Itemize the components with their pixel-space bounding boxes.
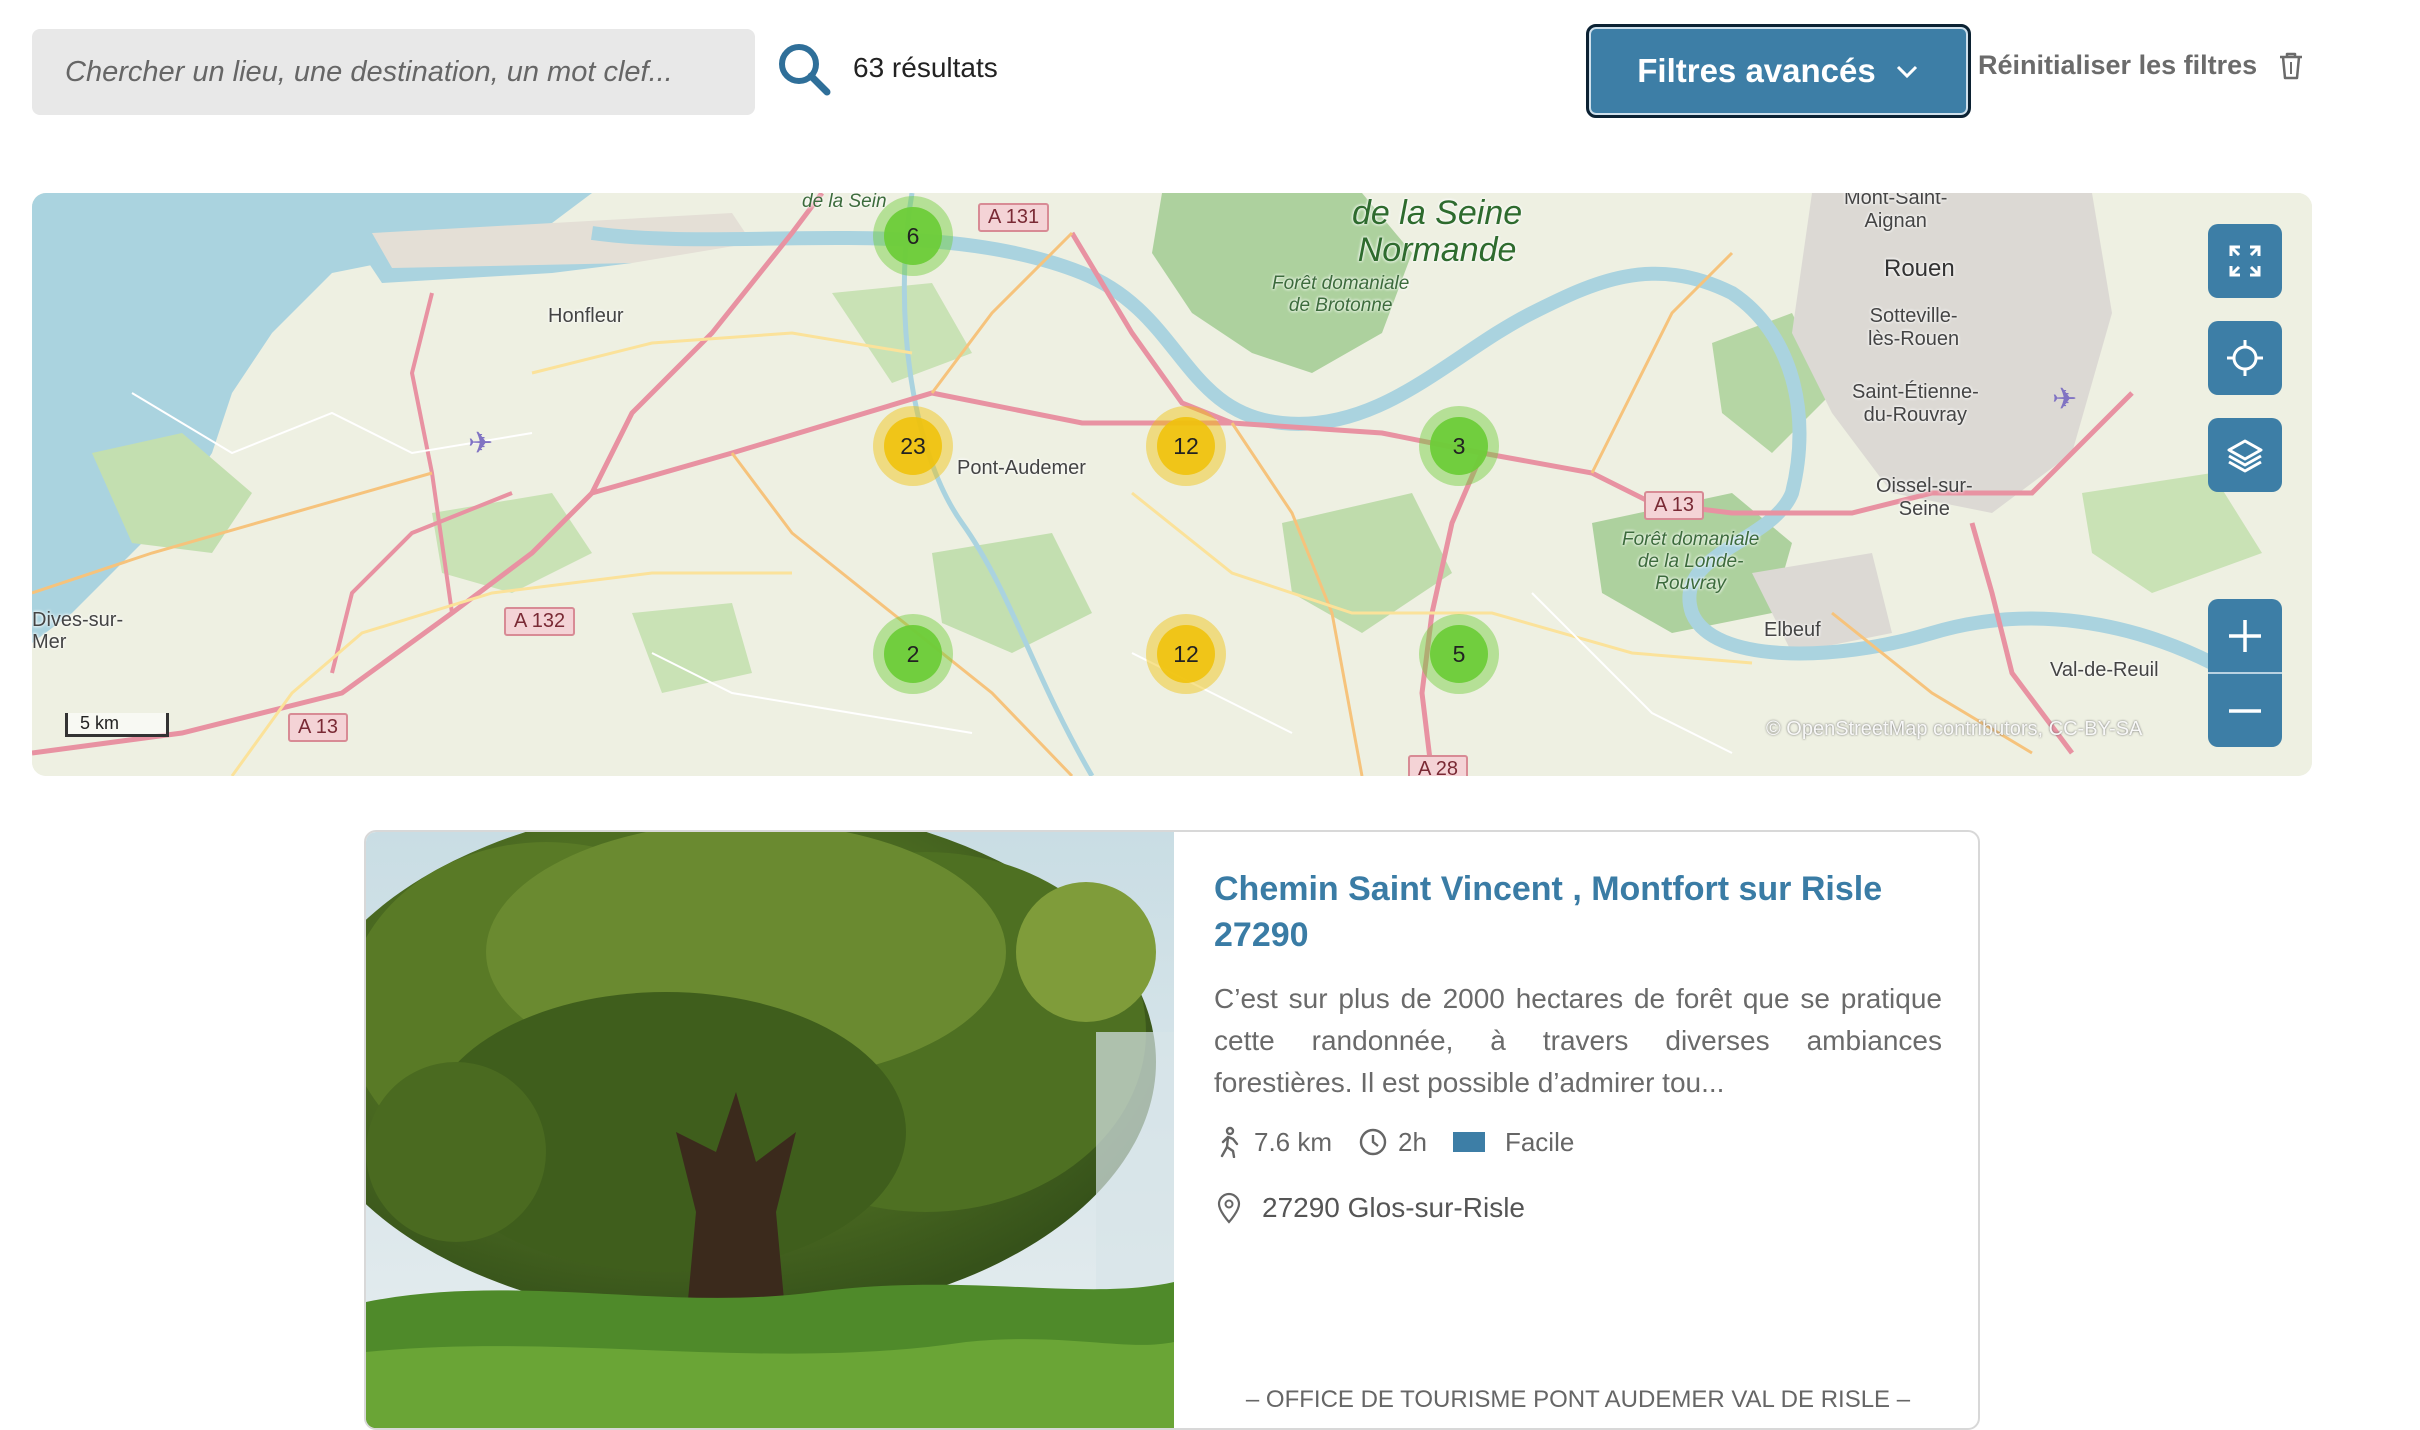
layers-button[interactable] <box>2208 418 2282 492</box>
card-provider: – OFFICE DE TOURISME PONT AUDEMER VAL DE… <box>1245 1386 1911 1413</box>
distance-value: 7.6 km <box>1254 1126 1333 1157</box>
layers-icon <box>2227 439 2263 473</box>
card-body: Chemin Saint Vincent , Montfort sur Risl… <box>1214 866 1942 1224</box>
distance-info: 7.6 km <box>1214 1126 1332 1158</box>
tree-photo <box>366 832 1174 1428</box>
difficulty-swatch <box>1452 1132 1485 1152</box>
search-button[interactable] <box>775 40 833 98</box>
advanced-filters-label: Filtres avancés <box>1637 52 1876 89</box>
zoom-out-button[interactable] <box>2208 672 2282 747</box>
location-value: 27290 Glos-sur-Risle <box>1262 1192 1525 1223</box>
cluster-count: 5 <box>1430 625 1488 683</box>
cluster-count: 12 <box>1157 417 1215 475</box>
map-cluster-marker[interactable]: 2 <box>873 614 953 694</box>
map-label-estuaire: de la Sein <box>802 193 887 212</box>
locate-button[interactable] <box>2208 321 2282 395</box>
map-label-foret-brotonne: Forêt domaniale de Brotonne <box>1272 273 1410 316</box>
map-label-rouen: Rouen <box>1884 255 1955 282</box>
card-description: C’est sur plus de 2000 hectares de forêt… <box>1214 983 1942 1098</box>
road-shield: A 131 <box>978 203 1050 232</box>
fullscreen-button[interactable] <box>2208 224 2282 298</box>
map-scale: 5 km <box>65 713 169 737</box>
road-shield: A 28 <box>1408 755 1469 776</box>
map-view[interactable]: ✈ ✈ Honfleur Pont-Audemer Dives-sur- Mer… <box>32 193 2312 776</box>
reset-filters-label: Réinitialiser les filtres <box>1978 50 2258 80</box>
map-label-foret-londe: Forêt domaniale de la Londe- Rouvray <box>1622 529 1760 594</box>
result-card[interactable]: Chemin Saint Vincent , Montfort sur Risl… <box>364 830 1980 1430</box>
duration-value: 2h <box>1398 1126 1427 1157</box>
map-cluster-marker[interactable]: 3 <box>1419 406 1499 486</box>
map-label-saint-etienne: Saint-Étienne- du-Rouvray <box>1852 381 1979 426</box>
road-shield: A 13 <box>288 713 349 742</box>
hiker-icon <box>1220 1126 1239 1158</box>
map-label-seine-normande: de la Seine Normande <box>1352 194 1523 270</box>
search-field[interactable] <box>32 29 755 115</box>
results-count: 63 résultats <box>853 52 998 83</box>
cluster-count: 23 <box>884 417 942 475</box>
cluster-count: 12 <box>1157 625 1215 683</box>
map-label-mont-saint-aignan: Mont-Saint- Aignan <box>1844 193 1948 232</box>
trash-icon <box>2280 52 2303 79</box>
card-title-link[interactable]: Chemin Saint Vincent , Montfort sur Risl… <box>1214 866 1942 958</box>
map-cluster-marker[interactable]: 23 <box>873 406 953 486</box>
zoom-in-icon <box>2229 619 2261 652</box>
search-input[interactable] <box>63 54 755 90</box>
map-label-dives-sur-mer: Dives-sur- Mer <box>32 609 124 653</box>
map-label-elbeuf: Elbeuf <box>1764 619 1821 641</box>
zoom-control <box>2208 599 2282 747</box>
zoom-in-button[interactable] <box>2208 599 2282 672</box>
card-location: 27290 Glos-sur-Risle <box>1214 1192 1942 1224</box>
duration-info: 2h <box>1358 1126 1427 1158</box>
clock-icon <box>1359 1128 1387 1156</box>
reset-filters-button[interactable]: Réinitialiser les filtres <box>1978 50 2305 81</box>
road-shield: A 132 <box>504 607 576 636</box>
search-icon <box>779 44 831 96</box>
map-label-pont-audemer: Pont-Audemer <box>957 457 1086 479</box>
card-meta: 7.6 km 2h Facile <box>1214 1126 1942 1158</box>
cluster-count: 6 <box>884 207 942 265</box>
locate-icon <box>2227 340 2263 376</box>
map-cluster-marker[interactable]: 6 <box>873 196 953 276</box>
cluster-count: 2 <box>884 625 942 683</box>
advanced-filters-button[interactable]: Filtres avancés <box>1586 24 1971 118</box>
svg-text:✈: ✈ <box>468 427 493 460</box>
fullscreen-icon <box>2229 245 2261 277</box>
svg-text:✈: ✈ <box>2052 383 2077 416</box>
map-cluster-marker[interactable]: 12 <box>1146 614 1226 694</box>
map-label-sotteville: Sotteville- lès-Rouen <box>1868 305 1960 350</box>
map-cluster-marker[interactable]: 5 <box>1419 614 1499 694</box>
map-label-oissel: Oissel-sur- Seine <box>1876 475 1973 520</box>
cluster-count: 3 <box>1430 417 1488 475</box>
map-label-honfleur: Honfleur <box>548 305 624 327</box>
chevron-down-icon <box>1896 65 1917 79</box>
location-pin-icon <box>1217 1192 1241 1224</box>
map-label-val-de-reuil: Val-de-Reuil <box>2050 659 2159 681</box>
map-attribution: © OpenStreetMap contributors, CC-BY-SA <box>1766 718 2143 740</box>
map-cluster-marker[interactable]: 12 <box>1146 406 1226 486</box>
difficulty-label: Facile <box>1504 1126 1575 1157</box>
road-shield: A 13 <box>1644 491 1705 520</box>
zoom-out-icon <box>2229 708 2261 713</box>
